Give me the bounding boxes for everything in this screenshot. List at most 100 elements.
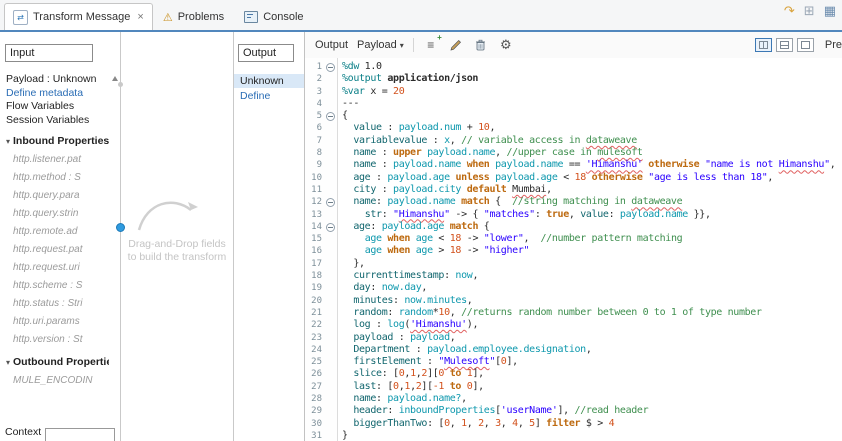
tree-item-http-query-strin[interactable]: http.query.strin	[0, 204, 109, 222]
tree-item-http-request-pat[interactable]: http.request.pat	[0, 240, 109, 258]
code-line-30[interactable]: 30 biggerThanTwo: [0, 1, 2, 3, 4, 5] fil…	[305, 418, 842, 430]
fold-toggle-icon[interactable]	[324, 221, 337, 233]
edit-icon[interactable]	[448, 37, 464, 53]
tree-item-http-scheme-s[interactable]: http.scheme : S	[0, 276, 109, 294]
tree-item-define-metadata[interactable]: Define metadata	[0, 86, 109, 99]
code-text: age: payload.age match {	[353, 220, 490, 232]
mule-perspective-icon[interactable]: ▦	[824, 4, 836, 17]
input-header[interactable]: Input	[5, 44, 93, 62]
tree-item-mule-encodin[interactable]: MULE_ENCODIN	[0, 371, 109, 389]
close-icon[interactable]: ×	[137, 11, 143, 23]
context-label: Context	[5, 426, 42, 438]
code-line-11[interactable]: 11 city : payload.city default Mumbai,	[305, 184, 842, 196]
open-perspective-icon[interactable]: ⊞	[804, 4, 815, 17]
code-line-28[interactable]: 28 name: payload.name?,	[305, 393, 842, 405]
tab-transform-message[interactable]: ⇄ Transform Message ×	[4, 3, 153, 30]
tree-item-http-remote-ad[interactable]: http.remote.ad	[0, 222, 109, 240]
output-tree-root[interactable]: Unknown	[234, 74, 304, 88]
tree-item-http-status-stri[interactable]: http.status : Stri	[0, 294, 109, 312]
tree-item-http-request-uri[interactable]: http.request.uri	[0, 258, 109, 276]
code-line-3[interactable]: 3 %var x = 20	[305, 86, 842, 98]
code-line-18[interactable]: 18 currenttimestamp: now,	[305, 270, 842, 282]
settings-icon[interactable]: ⚙	[498, 37, 514, 53]
tree-item-label: http.query.para	[13, 189, 80, 201]
tree-item-flow-variables[interactable]: Flow Variables	[0, 99, 109, 113]
code-text: payload : payload,	[353, 331, 456, 343]
tree-item-http-version-st[interactable]: http.version : St	[0, 330, 109, 348]
tree-item-http-query-para[interactable]: http.query.para	[0, 186, 109, 204]
code-line-23[interactable]: 23 payload : payload,	[305, 332, 842, 344]
code-line-22[interactable]: 22 log : log('Himanshu'),	[305, 319, 842, 331]
code-text: age when age > 18 -> "higher"	[364, 245, 530, 257]
line-number: 26	[311, 369, 322, 380]
view-split-vertical-icon[interactable]	[754, 38, 772, 52]
code-line-1[interactable]: 1 %dw 1.0	[305, 61, 842, 73]
code-area[interactable]: 1 %dw 1.0 2 %output application/json 3 %var x…	[305, 58, 842, 441]
code-line-16[interactable]: 16 age when age > 18 -> "higher"	[305, 245, 842, 257]
transform-dropzone[interactable]: Drag-and-Drop fields to build the transf…	[116, 32, 234, 441]
drag-anchor-dot[interactable]	[116, 223, 125, 232]
code-line-27[interactable]: 27 last: [0,1,2][-1 to 0],	[305, 381, 842, 393]
line-number: 14	[311, 221, 322, 232]
tree-item-http-uri-params[interactable]: http.uri.params	[0, 312, 109, 330]
tree-item-label: http.uri.params	[13, 315, 80, 327]
tree-item-label: http.remote.ad	[13, 225, 78, 237]
code-line-9[interactable]: 9 name : payload.name when payload.name …	[305, 159, 842, 171]
code-line-13[interactable]: 13 str: "Himanshu" -> { "matches": true,…	[305, 209, 842, 221]
code-line-26[interactable]: 26 slice: [0,1,2][0 to 1],	[305, 368, 842, 380]
tree-item-label: http.method : S	[13, 171, 81, 183]
line-number: 31	[311, 430, 322, 441]
code-text: biggerThanTwo: [0, 1, 2, 3, 4, 5] filter…	[353, 417, 615, 429]
code-line-6[interactable]: 6 value : payload.num + 10,	[305, 122, 842, 134]
payload-dropdown[interactable]: Payload ▾	[357, 39, 404, 51]
code-line-14[interactable]: 14 age: payload.age match {	[305, 221, 842, 233]
code-text: name: payload.name match { //string matc…	[353, 196, 683, 208]
context-input[interactable]	[45, 428, 115, 441]
add-target-icon[interactable]: ≡ +	[423, 33, 442, 53]
toolbar-separator	[412, 38, 414, 52]
tab-problems[interactable]: ⚠ Problems	[153, 4, 234, 30]
code-line-5[interactable]: 5{	[305, 110, 842, 122]
code-line-12[interactable]: 12 name: payload.name match { //string m…	[305, 196, 842, 208]
code-line-31[interactable]: 31}	[305, 430, 842, 441]
code-line-4[interactable]: 4 ---	[305, 98, 842, 110]
code-line-21[interactable]: 21 random: random*10, //returns random n…	[305, 307, 842, 319]
code-line-19[interactable]: 19 day: now.day,	[305, 282, 842, 294]
code-line-17[interactable]: 17 },	[305, 258, 842, 270]
tree-item-session-variables[interactable]: Session Variables	[0, 113, 109, 127]
code-line-20[interactable]: 20 minutes: now.minutes,	[305, 295, 842, 307]
view-split-horizontal-icon[interactable]	[775, 38, 793, 52]
line-number: 25	[311, 357, 322, 368]
line-number: 4	[316, 98, 322, 109]
tree-item-payload-unknown[interactable]: Payload : Unknown	[0, 72, 109, 86]
fold-gutter	[324, 147, 337, 159]
define-metadata-link[interactable]: Define	[240, 90, 270, 102]
code-line-24[interactable]: 24 Department : payload.employee.designa…	[305, 344, 842, 356]
expand-arrow-icon[interactable]: ▾	[6, 358, 10, 367]
fold-toggle-icon[interactable]	[324, 110, 337, 122]
annotation-icon[interactable]: ↷	[784, 4, 795, 17]
view-single-icon[interactable]	[796, 38, 814, 52]
output-header[interactable]: Output	[238, 44, 294, 62]
tree-item-inbound-properties[interactable]: ▾ Inbound Properties	[0, 132, 109, 150]
preview-label[interactable]: Pre	[825, 39, 842, 51]
scrollbar-up-icon[interactable]	[112, 76, 118, 81]
tree-item-http-method-s[interactable]: http.method : S	[0, 168, 109, 186]
code-line-29[interactable]: 29 header: inboundProperties['userName']…	[305, 405, 842, 417]
code-line-25[interactable]: 25 firstElement : "Mulesoft"[0],	[305, 356, 842, 368]
code-line-15[interactable]: 15 age when age < 18 -> "lower", //numbe…	[305, 233, 842, 245]
expand-arrow-icon[interactable]: ▾	[6, 137, 10, 146]
tree-item-label: http.version : St	[13, 333, 83, 345]
code-line-8[interactable]: 8 name : upper payload.name, //upper cas…	[305, 147, 842, 159]
fold-toggle-icon[interactable]	[324, 196, 337, 208]
code-line-10[interactable]: 10 age : payload.age unless payload.age …	[305, 172, 842, 184]
fold-toggle-icon[interactable]	[324, 61, 337, 73]
tab-console[interactable]: Console	[234, 4, 313, 30]
code-line-2[interactable]: 2 %output application/json	[305, 73, 842, 85]
tree-item-http-listener-pat[interactable]: http.listener.pat	[0, 150, 109, 168]
delete-icon[interactable]	[473, 37, 489, 53]
code-line-7[interactable]: 7 variablevalue : x, // variable access …	[305, 135, 842, 147]
code-text: last: [0,1,2][-1 to 0],	[353, 380, 484, 392]
tree-item-outbound-propertie[interactable]: ▾ Outbound Propertie	[0, 353, 109, 371]
line-number: 16	[311, 246, 322, 257]
